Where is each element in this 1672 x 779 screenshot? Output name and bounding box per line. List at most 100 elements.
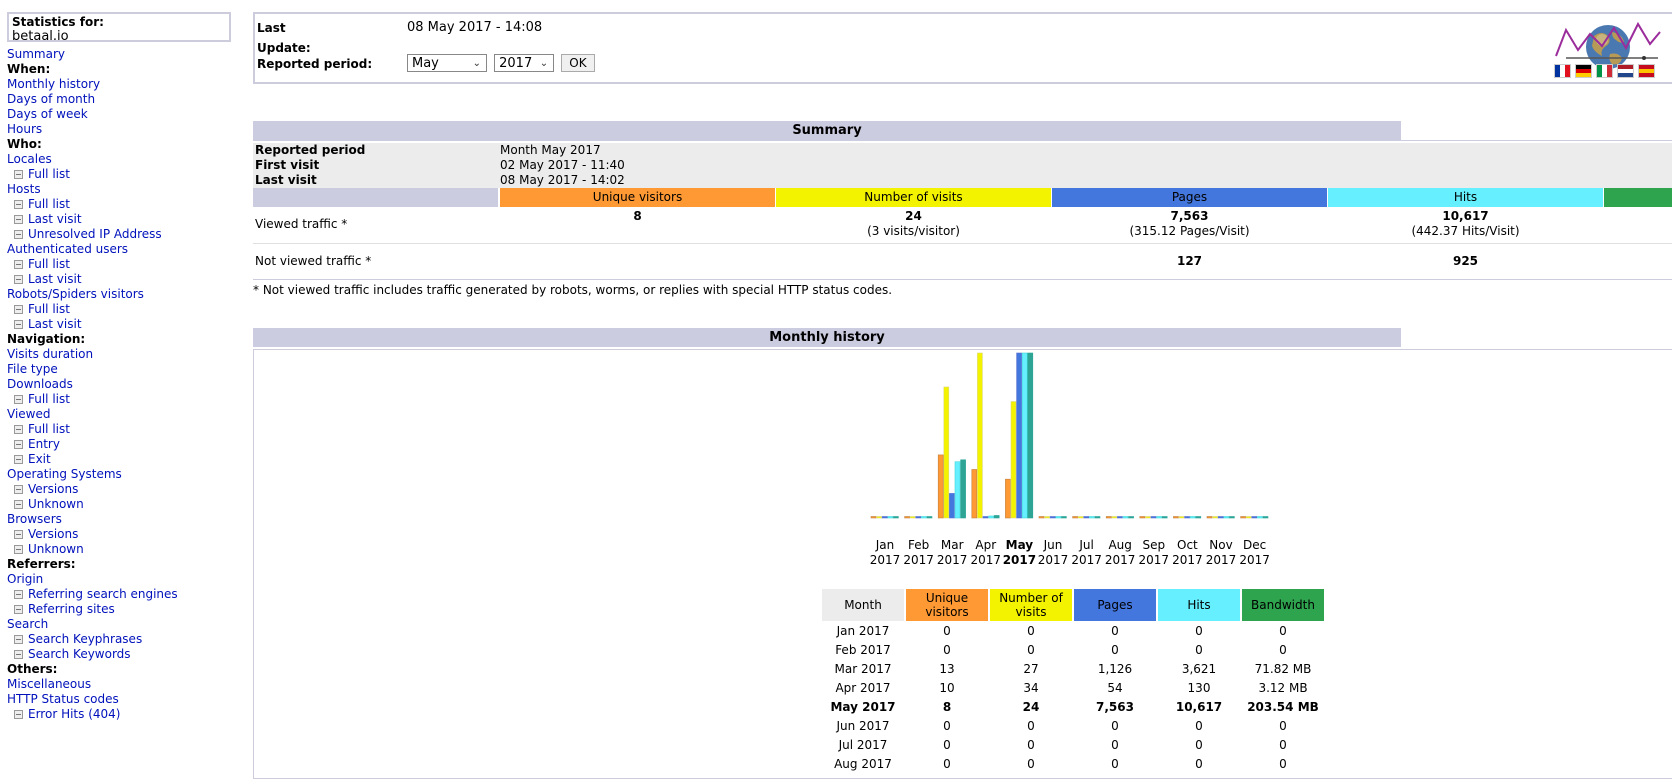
submenu-link-last-visit[interactable]: Last visit: [28, 212, 82, 226]
chart-month-label-apr: Apr 2017: [969, 538, 1003, 568]
submenu-link-unresolved-ip-address[interactable]: Unresolved IP Address: [28, 227, 162, 241]
month-year: 2017: [1138, 553, 1170, 567]
table-cell: 71.82 MB: [1254, 662, 1312, 676]
summary-table: Reported period Month May 2017 First vis…: [253, 143, 1672, 280]
bar-pages-apr: [982, 516, 989, 519]
bar-unique-visitors-jun: [1038, 516, 1045, 519]
submenu-link-unknown[interactable]: Unknown: [28, 542, 84, 556]
month-year: 2017: [1002, 553, 1037, 567]
language-flags: [1554, 64, 1662, 78]
submenu-link-full-list[interactable]: Full list: [28, 197, 70, 211]
table-row: Feb 2017 0 0 0 0 0: [822, 641, 1324, 660]
menu-link-summary[interactable]: Summary: [7, 47, 65, 61]
bar-hits-aug: [1122, 516, 1129, 519]
submenu-link-full-list[interactable]: Full list: [28, 392, 70, 406]
chart-month-label-jun: Jun 2017: [1036, 538, 1070, 568]
tree-node-icon: [14, 305, 23, 314]
bar-unique-visitors-apr: [971, 469, 978, 519]
spanish-flag-icon[interactable]: [1638, 64, 1655, 78]
bar-hits-feb: [921, 516, 927, 519]
table-cell: 0: [1111, 643, 1119, 657]
monthly-history-header: Monthly history: [253, 328, 1401, 347]
submenu-item-versions: Versions: [7, 527, 232, 542]
menu-link-hours[interactable]: Hours: [7, 122, 42, 136]
submenu-link-unknown[interactable]: Unknown: [28, 497, 84, 511]
bar-number-of-visits-may: [1010, 401, 1017, 519]
bar-unique-visitors-feb: [904, 516, 910, 519]
menu-link-robots-spiders-visitors[interactable]: Robots/Spiders visitors: [7, 287, 144, 301]
viewed-hits: 10,617: [1442, 209, 1489, 223]
submenu-link-entry[interactable]: Entry: [28, 437, 60, 451]
italian-flag-icon[interactable]: [1596, 64, 1613, 78]
bar-number-of-visits-mar: [943, 386, 950, 519]
menu-link-downloads[interactable]: Downloads: [7, 377, 73, 391]
menu-link-browsers[interactable]: Browsers: [7, 512, 62, 526]
tree-node-icon: [14, 200, 23, 209]
summary-corner: [253, 188, 498, 207]
submenu-link-search-keywords[interactable]: Search Keywords: [28, 647, 131, 661]
table-cell: Feb 2017: [835, 643, 891, 657]
menu-link-miscellaneous[interactable]: Miscellaneous: [7, 677, 91, 691]
german-flag-icon[interactable]: [1575, 64, 1592, 78]
ok-button[interactable]: OK: [561, 54, 595, 72]
viewed-visits: 24: [905, 209, 922, 223]
submenu-link-full-list[interactable]: Full list: [28, 257, 70, 271]
menu-link-operating-systems[interactable]: Operating Systems: [7, 467, 122, 481]
table-cell: 0: [1027, 719, 1035, 733]
submenu-link-referring-sites[interactable]: Referring sites: [28, 602, 115, 616]
menu-link-locales[interactable]: Locales: [7, 152, 52, 166]
menu-link-monthly-history[interactable]: Monthly history: [7, 77, 100, 91]
bar-unique-visitors-oct: [1173, 516, 1179, 519]
viewed-traffic-label: Viewed traffic *: [255, 217, 348, 231]
menu-item-locales: Locales: [7, 152, 232, 167]
menu-link-search[interactable]: Search: [7, 617, 48, 631]
submenu-link-full-list[interactable]: Full list: [28, 422, 70, 436]
bar-pages-dec: [1251, 516, 1258, 519]
submenu-link-versions[interactable]: Versions: [28, 482, 78, 496]
not-viewed-pages: 127: [1176, 254, 1203, 268]
submenu-link-full-list[interactable]: Full list: [28, 302, 70, 316]
month-name: Sep: [1142, 538, 1166, 552]
table-cell: 0: [1279, 643, 1287, 657]
submenu-link-referring-search-engines[interactable]: Referring search engines: [28, 587, 178, 601]
submenu-item-referring-sites: Referring sites: [7, 602, 232, 617]
french-flag-icon[interactable]: [1554, 64, 1571, 78]
not-viewed-traffic-label: Not viewed traffic *: [255, 254, 372, 268]
chart-month-label-jul: Jul 2017: [1070, 538, 1104, 568]
submenu-link-last-visit[interactable]: Last visit: [28, 272, 82, 286]
submenu-link-exit[interactable]: Exit: [28, 452, 51, 466]
bar-pages-may: [1016, 352, 1022, 519]
submenu-link-full-list[interactable]: Full list: [28, 167, 70, 181]
menu-link-file-type[interactable]: File type: [7, 362, 58, 376]
bar-unique-visitors-sep: [1139, 516, 1146, 519]
submenu-link-last-visit[interactable]: Last visit: [28, 317, 82, 331]
submenu-link-search-keyphrases[interactable]: Search Keyphrases: [28, 632, 142, 646]
menu-item-origin: Origin: [7, 572, 232, 587]
menu-heading-when: When:: [7, 62, 51, 76]
bar-bandwidth-jan: [893, 516, 899, 519]
menu-link-viewed[interactable]: Viewed: [7, 407, 50, 421]
submenu-item-error-hits-404: Error Hits (404): [7, 707, 232, 722]
submenu-item-last-visit: Last visit: [7, 272, 232, 287]
menu-link-origin[interactable]: Origin: [7, 572, 43, 586]
th-hits: Hits: [1158, 589, 1240, 621]
menu-link-hosts[interactable]: Hosts: [7, 182, 41, 196]
month-select[interactable]: May ⌄: [407, 54, 487, 72]
submenu-item-full-list: Full list: [7, 257, 232, 272]
submenu-link-versions[interactable]: Versions: [28, 527, 78, 541]
menu-link-days-of-week[interactable]: Days of week: [7, 107, 88, 121]
menu-link-visits-duration[interactable]: Visits duration: [7, 347, 93, 361]
menu-link-authenticated-users[interactable]: Authenticated users: [7, 242, 128, 256]
submenu-link-error-hits-404[interactable]: Error Hits (404): [28, 707, 120, 721]
dutch-flag-icon[interactable]: [1617, 64, 1634, 78]
submenu-item-referring-search-engines: Referring search engines: [7, 587, 232, 602]
table-cell: 7,563: [1096, 700, 1134, 714]
menu-link-http-status-codes[interactable]: HTTP Status codes: [7, 692, 119, 706]
table-cell: May 2017: [830, 700, 896, 714]
bar-unique-visitors-jul: [1072, 516, 1078, 519]
bar-unique-visitors-dec: [1240, 516, 1246, 519]
month-year: 2017: [1172, 553, 1203, 567]
menu-link-days-of-month[interactable]: Days of month: [7, 92, 95, 106]
year-select[interactable]: 2017 ⌄: [494, 54, 555, 72]
tree-node-icon: [14, 455, 23, 464]
